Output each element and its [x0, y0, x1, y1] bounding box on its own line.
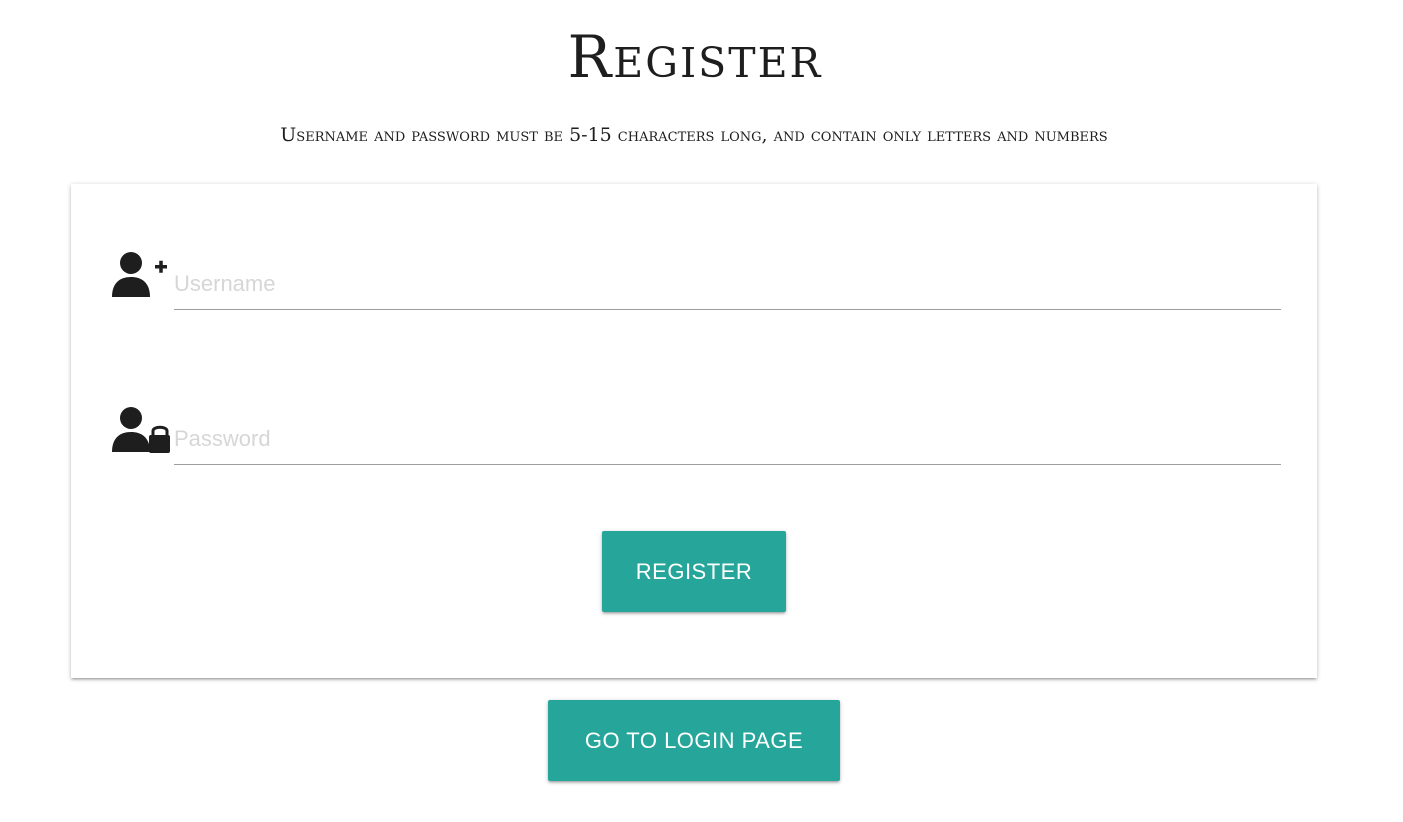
username-field — [111, 250, 1281, 310]
register-form-card: Register — [71, 184, 1317, 678]
person-lock-icon — [112, 407, 170, 453]
page-title: Register — [567, 23, 823, 91]
password-field — [111, 405, 1281, 465]
username-input[interactable] — [174, 258, 1281, 310]
go-to-login-button[interactable]: Go to login page — [548, 700, 840, 781]
page-subtitle: Username and password must be 5-15 chara… — [280, 124, 1108, 146]
register-page: Register Username and password must be 5… — [0, 0, 1403, 822]
person-add-icon — [112, 252, 167, 297]
password-input[interactable] — [174, 413, 1281, 465]
register-button[interactable]: Register — [602, 531, 786, 612]
